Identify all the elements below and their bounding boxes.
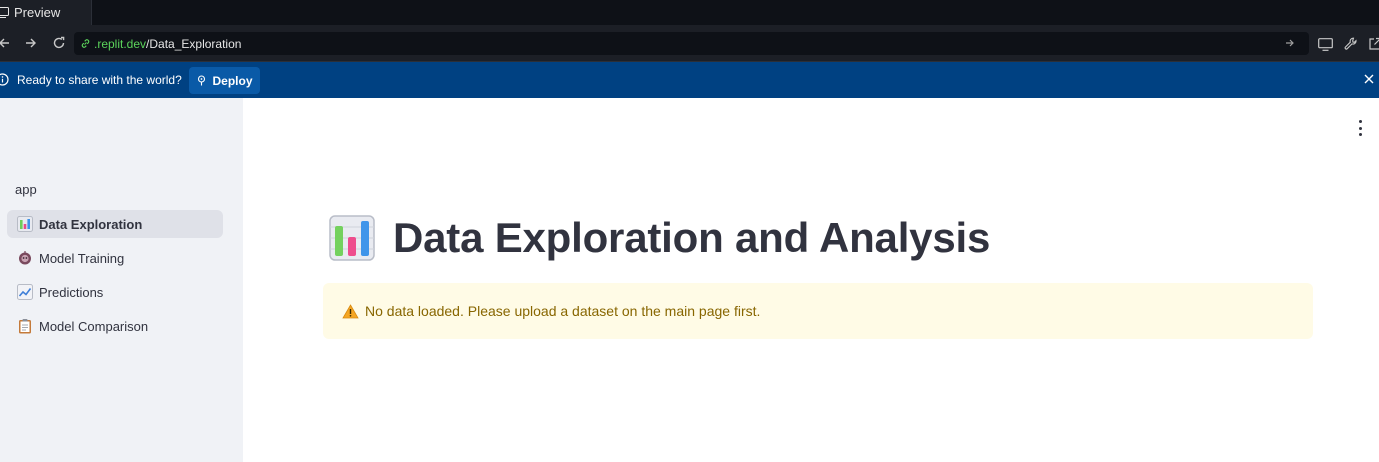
tab-label: Preview <box>14 5 61 20</box>
url-path: /Data_Exploration <box>146 36 242 51</box>
close-icon[interactable] <box>1363 73 1375 85</box>
sidebar-item-model-training[interactable]: Model Training <box>7 244 223 272</box>
deploy-button[interactable]: Deploy <box>189 67 260 94</box>
go-arrow-icon[interactable] <box>1283 36 1297 50</box>
link-icon <box>80 38 91 49</box>
address-bar: .replit.dev/Data_Exploration <box>0 25 1379 62</box>
robot-icon <box>17 250 33 266</box>
banner-message: Ready to share with the world? <box>17 73 182 87</box>
main-content: Data Exploration and Analysis No data lo… <box>243 98 1379 462</box>
sidebar-item-label: Predictions <box>39 284 104 300</box>
tab-preview[interactable]: Preview <box>0 0 92 25</box>
reload-icon[interactable] <box>49 33 69 53</box>
sidebar-item-data-exploration[interactable]: Data Exploration <box>7 210 223 238</box>
device-preview-icon[interactable] <box>1316 35 1334 53</box>
warning-icon <box>341 302 359 320</box>
back-arrow-icon[interactable] <box>0 33 14 53</box>
wrench-icon[interactable] <box>1342 35 1360 53</box>
sidebar-item-label: Model Training <box>39 250 125 266</box>
sidebar-item-model-comparison[interactable]: Model Comparison <box>7 312 223 340</box>
open-new-window-icon[interactable] <box>1366 35 1379 53</box>
url-host: .replit.dev <box>94 36 147 51</box>
forward-arrow-icon[interactable] <box>21 33 41 53</box>
sidebar-item-label: Data Exploration <box>39 216 143 232</box>
main-menu-kebab-icon[interactable] <box>1355 120 1365 136</box>
monitor-icon <box>0 0 10 25</box>
sidebar-item-predictions[interactable]: Predictions <box>7 278 223 306</box>
deploy-banner: Ready to share with the world? Deploy <box>0 62 1379 98</box>
bar-chart-icon <box>329 215 375 261</box>
warning-alert: No data loaded. Please upload a dataset … <box>323 283 1313 339</box>
sidebar-item-label: Model Comparison <box>39 318 149 334</box>
bar-chart-icon <box>17 216 33 232</box>
deploy-icon <box>196 75 207 86</box>
deploy-label: Deploy <box>212 73 253 88</box>
page-title: Data Exploration and Analysis <box>329 214 990 262</box>
browser-tab-strip: Preview <box>0 0 1379 25</box>
chart-increasing-icon <box>17 284 33 300</box>
url-field[interactable]: .replit.dev/Data_Exploration <box>74 32 1309 55</box>
page-title-text: Data Exploration and Analysis <box>393 214 991 261</box>
sidebar: app Data Exploration Model Training Pred… <box>0 98 243 462</box>
info-icon <box>0 73 9 86</box>
clipboard-icon <box>17 318 33 334</box>
sidebar-app-label: app <box>15 182 37 197</box>
warning-text: No data loaded. Please upload a dataset … <box>365 303 761 319</box>
